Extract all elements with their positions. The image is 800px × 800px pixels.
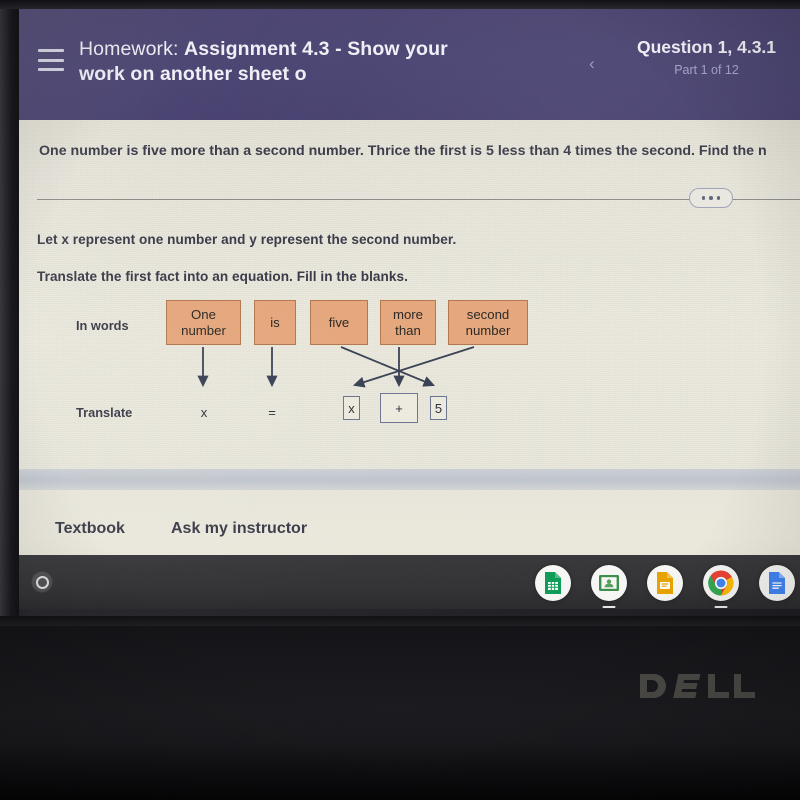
exercise-panel: One number is five more than a second nu… (19, 120, 800, 609)
shelf-icon-group (535, 565, 795, 609)
question-indicator: Question 1, 4.3.1 Part 1 of 12 (619, 36, 794, 78)
homework-title: Homework: Assignment 4.3 - Show your wor… (79, 37, 499, 87)
ask-my-instructor-link[interactable]: Ask my instructor (171, 520, 307, 538)
word-box: five (310, 300, 368, 345)
word-box: One number (166, 300, 241, 345)
laptop-screen: Homework: Assignment 4.3 - Show your wor… (19, 9, 800, 609)
word-box: second number (448, 300, 528, 345)
chromeos-shelf (19, 555, 800, 609)
laptop-photo: Homework: Assignment 4.3 - Show your wor… (0, 0, 800, 800)
row-label-translate: Translate (76, 405, 133, 420)
google-chrome-icon[interactable] (703, 565, 739, 601)
let-statement: Let x represent one number and y represe… (37, 232, 457, 247)
google-classroom-icon[interactable] (591, 565, 627, 601)
mapping-arrows (197, 346, 475, 388)
divider-line (37, 199, 800, 200)
instruction-text: Translate the first fact into an equatio… (37, 269, 408, 284)
part-status: Part 1 of 12 (674, 63, 739, 77)
laptop-lower-shadow (0, 742, 800, 800)
textbook-link[interactable]: Textbook (55, 520, 125, 538)
chevron-left-icon[interactable]: ‹ (589, 55, 595, 72)
chromeos-launcher-icon[interactable] (29, 569, 55, 595)
answer-input-active[interactable]: + (380, 393, 418, 423)
word-box: more than (380, 300, 436, 345)
section-separator-band (19, 469, 800, 490)
word-box: is (254, 300, 296, 345)
dell-logo (637, 666, 763, 706)
app-header: Homework: Assignment 4.3 - Show your wor… (19, 9, 800, 120)
word-translation-map: In words Translate One number is five more … (74, 300, 554, 435)
question-title: Question 1, 4.3.1 (636, 37, 777, 57)
translate-symbol: = (268, 404, 276, 420)
answer-input[interactable]: 5 (430, 396, 447, 420)
screen-bezel-top (0, 0, 800, 9)
google-docs-icon[interactable] (759, 565, 795, 601)
google-keep-icon[interactable] (647, 565, 683, 601)
question-text: One number is five more than a second nu… (39, 143, 767, 159)
question-divider-row (37, 188, 800, 210)
homework-label: Homework: (79, 38, 179, 60)
row-label-in-words: In words (76, 318, 129, 333)
screen-bezel-left (0, 0, 19, 616)
hamburger-menu-icon[interactable] (38, 49, 64, 71)
answer-input[interactable]: x (343, 396, 360, 420)
ellipsis-horizontal-icon[interactable] (689, 188, 733, 208)
google-sheets-icon[interactable] (535, 565, 571, 601)
translate-symbol: x (200, 404, 208, 420)
